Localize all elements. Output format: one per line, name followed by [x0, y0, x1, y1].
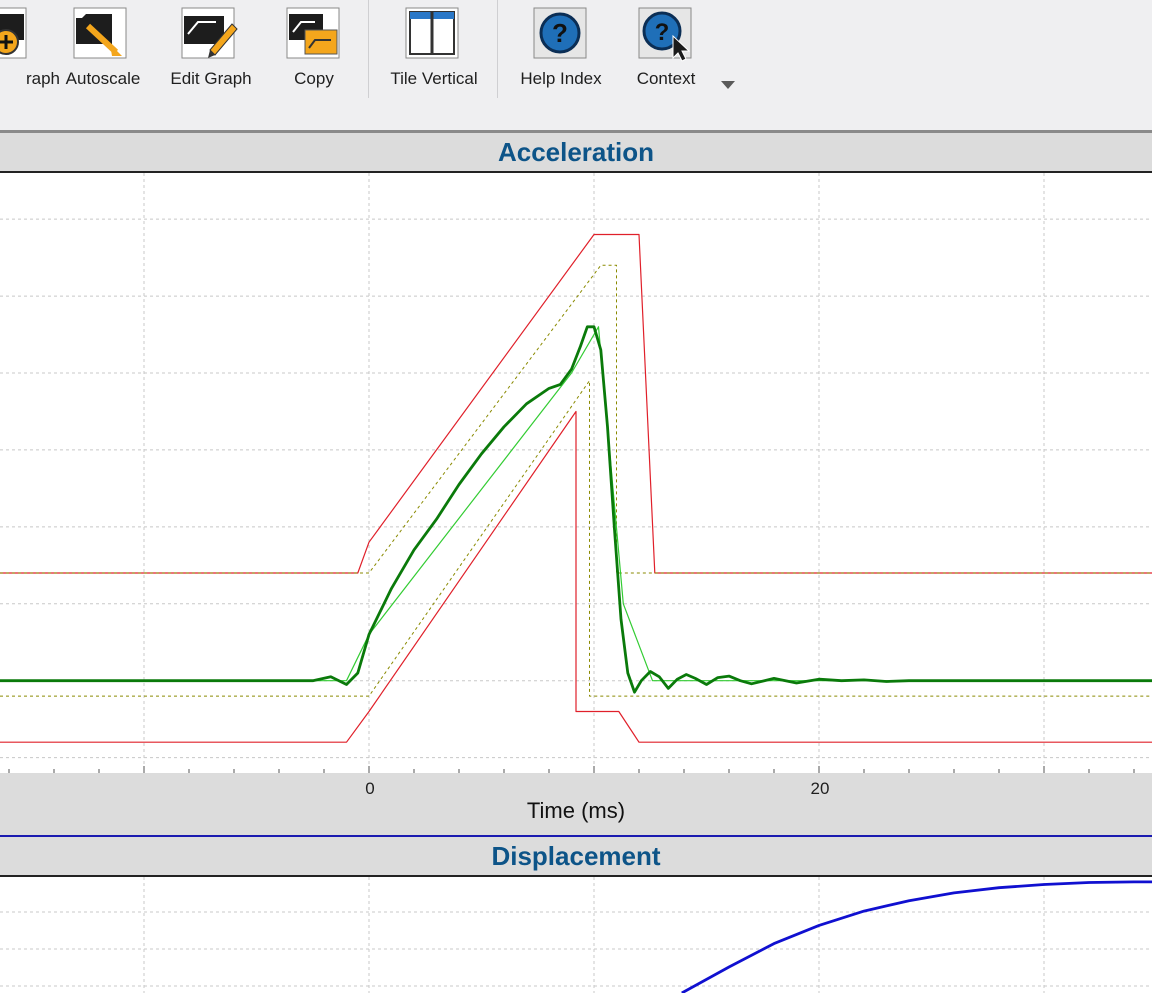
acceleration-chart[interactable] [0, 173, 1152, 773]
acceleration-panel-header: Acceleration [0, 133, 1152, 171]
x-axis-title: Time (ms) [526, 798, 626, 823]
help-icon: ? [533, 7, 587, 59]
chevron-down-icon[interactable] [720, 78, 736, 90]
copy-icon [286, 7, 340, 59]
add-graph-icon [0, 7, 27, 59]
context-help-button[interactable]: ? Context [628, 0, 704, 100]
series-line-outer-tolerance-lower [0, 410, 1152, 743]
edit-graph-button[interactable]: Edit Graph [166, 0, 256, 100]
x-tick-label: 20 [810, 779, 830, 798]
autoscale-button[interactable]: Autoscale [62, 0, 144, 100]
copy-label: Copy [294, 69, 334, 88]
tile-vertical-button[interactable]: Tile Vertical [384, 0, 484, 100]
context-help-label: Context [636, 69, 696, 88]
acceleration-x-axis: 0 20 Time (ms) [0, 773, 1152, 835]
toolbar-separator [368, 0, 369, 98]
displacement-title: Displacement [491, 841, 661, 871]
x-tick-label: 0 [365, 779, 375, 798]
context-help-icon: ? [638, 7, 692, 62]
autoscale-icon [73, 7, 127, 59]
add-graph-label: raph [25, 69, 60, 88]
svg-text:?: ? [552, 18, 568, 48]
autoscale-label: Autoscale [65, 69, 141, 88]
toolbar: raph Autoscale Edit Graph Copy Tile Vert… [0, 0, 1152, 130]
copy-button[interactable]: Copy [276, 0, 352, 100]
acceleration-title: Acceleration [497, 137, 655, 167]
tile-vertical-icon [405, 7, 459, 59]
toolbar-separator [497, 0, 498, 98]
add-graph-button[interactable]: raph [0, 0, 60, 100]
edit-graph-icon [181, 7, 238, 59]
tile-vertical-label: Tile Vertical [390, 69, 478, 88]
edit-graph-label: Edit Graph [170, 69, 252, 88]
help-index-button[interactable]: ? Help Index [512, 0, 610, 100]
svg-text:?: ? [655, 19, 670, 46]
help-index-label: Help Index [520, 69, 602, 88]
displacement-chart[interactable] [0, 877, 1152, 993]
displacement-panel-header: Displacement [0, 837, 1152, 875]
series-line-displacement [681, 880, 1152, 993]
